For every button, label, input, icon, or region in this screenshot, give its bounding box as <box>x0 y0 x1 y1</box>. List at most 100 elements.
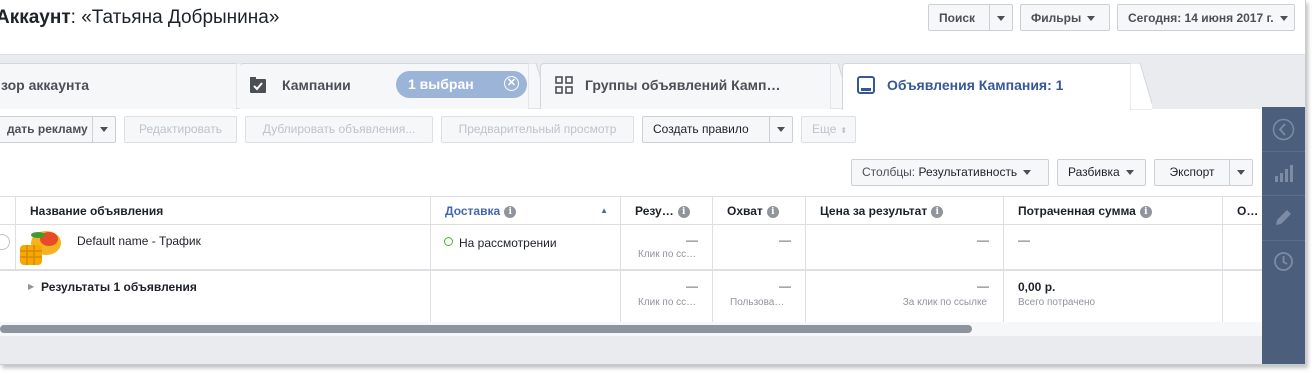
date-range-label: Сегодня: 14 июня 2017 г. <box>1128 11 1274 25</box>
info-icon[interactable]: i <box>931 205 944 218</box>
page-title: Аккаунт: «Татьяна Добрынина» <box>0 7 279 29</box>
column-header-cost-per-result[interactable]: Цена за результат i <box>806 197 1004 225</box>
checkbox-icon <box>250 77 266 93</box>
chevron-down-icon <box>1087 16 1096 22</box>
summary-label-cell: ▶ Результаты 1 объявления <box>0 271 431 323</box>
search-button[interactable]: Поиск <box>928 4 990 31</box>
breakdown-label: Разбивка <box>1068 165 1120 179</box>
status-dot-icon <box>444 237 453 246</box>
right-rail <box>1262 107 1305 364</box>
column-header-results-label: Резу… <box>635 204 674 218</box>
preview-label: Предварительный просмотр <box>458 122 617 136</box>
row-select-cell[interactable] <box>0 225 16 269</box>
chevron-down-icon <box>997 16 1005 22</box>
info-icon[interactable]: i <box>766 205 779 218</box>
chevron-down-icon <box>1237 170 1245 176</box>
close-circle-icon[interactable]: ✕ <box>504 76 519 91</box>
expand-triangle-icon[interactable]: ▶ <box>28 282 34 291</box>
other-cell <box>1223 225 1262 269</box>
info-icon[interactable]: i <box>504 205 517 218</box>
table-row[interactable]: Default name - Трафик На рассмотрении — … <box>0 225 1262 269</box>
ad-name-cell: Default name - Трафик <box>16 225 431 269</box>
columns-button[interactable]: Столбцы: Результативность <box>851 159 1049 186</box>
pencil-icon[interactable] <box>1274 208 1293 227</box>
row-radio[interactable] <box>0 234 10 250</box>
selected-campaigns-pill[interactable]: 1 выбран ✕ <box>396 71 527 98</box>
bottom-panel <box>0 336 1262 364</box>
create-ad-dropdown[interactable] <box>92 116 116 143</box>
summary-spent-sub: Всего потрачено <box>1018 297 1096 308</box>
select-column-header <box>0 197 16 225</box>
search-button-label: Поиск <box>939 11 976 25</box>
cost-cell: — <box>806 225 1004 269</box>
export-button[interactable]: Экспорт <box>1154 159 1230 186</box>
breakdown-button[interactable]: Разбивка <box>1057 159 1146 186</box>
filters-button-label: Фильры <box>1031 11 1082 25</box>
spent-cell: — <box>1004 225 1223 269</box>
tab-account-overview[interactable]: зор аккаунта <box>0 63 242 109</box>
column-header-reach[interactable]: Охват i <box>713 197 806 225</box>
selected-count-label: 1 выбран <box>408 76 474 92</box>
column-header-other[interactable]: О… <box>1223 197 1262 225</box>
summary-label: Результаты 1 объявления <box>41 280 197 294</box>
edit-button[interactable]: Редактировать <box>124 116 237 143</box>
more-button[interactable]: Еще ⬍ <box>801 116 856 143</box>
summary-results-value: — <box>686 279 698 293</box>
clock-icon[interactable] <box>1273 251 1294 272</box>
create-ad-button[interactable]: дать рекламу <box>0 116 93 143</box>
spent-value: — <box>1018 233 1030 247</box>
column-header-results[interactable]: Резу… i <box>621 197 713 225</box>
title-account-label: Аккаунт <box>0 7 71 28</box>
export-dropdown[interactable] <box>1229 159 1253 186</box>
results-value: — <box>686 233 698 247</box>
rail-divider <box>1262 240 1305 241</box>
column-header-cost-label: Цена за результат <box>820 204 928 218</box>
column-header-delivery[interactable]: Доставка i ▲ <box>431 197 621 225</box>
scrollbar-thumb[interactable] <box>0 325 972 333</box>
tab-ad-sets[interactable]: Группы объявлений Камп… <box>540 63 834 109</box>
filters-button[interactable]: Фильры <box>1020 4 1110 31</box>
tab-ads-label: Объявления Кампания: 1 <box>887 77 1064 93</box>
search-dropdown-button[interactable] <box>989 4 1013 31</box>
column-header-ad-name[interactable]: Название объявления <box>16 197 431 225</box>
preview-button[interactable]: Предварительный просмотр <box>441 116 634 143</box>
info-icon[interactable]: i <box>1139 205 1152 218</box>
results-sub: Клик по сс… <box>638 249 697 260</box>
summary-results-cell: — Клик по сс… <box>621 271 713 323</box>
tabs-bar: зор аккаунта Кампании 1 выбран ✕ Группы о… <box>0 54 1305 110</box>
summary-cost-value: — <box>977 279 989 293</box>
create-rule-button[interactable]: Создать правило <box>642 116 770 143</box>
sort-arrows-icon: ⬍ <box>840 126 848 135</box>
reach-cell: — <box>713 225 806 269</box>
tab-ads[interactable]: Объявления Кампания: 1 <box>842 63 1134 110</box>
tab-account-overview-label: зор аккаунта <box>1 77 90 93</box>
duplicate-label: Дублировать объявления... <box>262 122 416 136</box>
ads-table: Название объявления Доставка i ▲ Резу… i Ох… <box>0 196 1262 323</box>
column-header-delivery-label: Доставка <box>445 204 501 218</box>
column-header-amount-spent[interactable]: Потраченная сумма i <box>1004 197 1223 225</box>
ads-manager-window: Аккаунт: «Татьяна Добрынина» Поиск Фильр… <box>0 0 1306 365</box>
create-rule-dropdown[interactable] <box>769 116 793 143</box>
tab-ad-sets-label: Группы объявлений Камп… <box>585 77 781 93</box>
summary-row: ▶ Результаты 1 объявления — Клик по сс… … <box>0 271 1262 323</box>
chevron-down-icon <box>777 127 785 133</box>
summary-reach-sub: Пользова… <box>730 297 785 308</box>
summary-reach-cell: — Пользова… <box>713 271 806 323</box>
rail-divider <box>1262 151 1305 152</box>
date-range-button[interactable]: Сегодня: 14 июня 2017 г. <box>1117 4 1295 31</box>
bar-chart-icon[interactable] <box>1274 165 1293 182</box>
results-cell: — Клик по сс… <box>621 225 713 269</box>
chevron-down-icon <box>100 127 108 133</box>
column-header-reach-label: Охват <box>727 204 763 218</box>
chevron-down-icon <box>1125 170 1134 176</box>
ad-thumbnail <box>16 227 63 267</box>
duplicate-button[interactable]: Дублировать объявления... <box>245 116 433 143</box>
sort-up-icon: ▲ <box>600 206 608 215</box>
info-icon[interactable]: i <box>677 205 690 218</box>
chevron-down-icon <box>1279 16 1288 22</box>
ad-name-text[interactable]: Default name - Трафик <box>77 234 201 248</box>
title-account-name: : «Татьяна Добрынина» <box>70 7 280 28</box>
column-header-ad-name-label: Название объявления <box>30 204 164 218</box>
collapse-left-icon[interactable] <box>1272 118 1295 141</box>
summary-cost-sub: За клик по ссылке <box>902 297 987 308</box>
